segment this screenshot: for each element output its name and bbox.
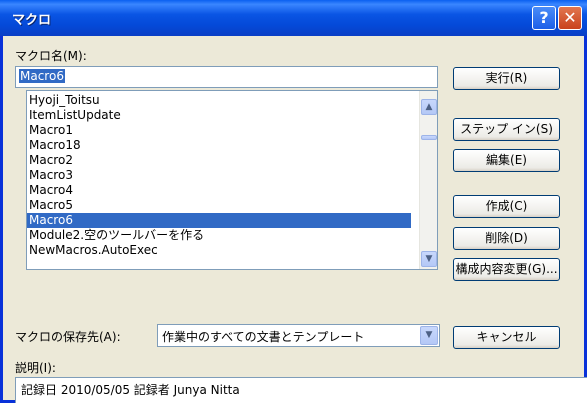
- organizer-button[interactable]: 構成内容変更(G)...: [453, 258, 560, 281]
- edit-button[interactable]: 編集(E): [453, 149, 560, 172]
- macro-name-input[interactable]: Macro6: [15, 66, 438, 88]
- chevron-up-icon[interactable]: ▲: [421, 99, 437, 115]
- storage-value: 作業中のすべての文書とテンプレート: [162, 330, 365, 344]
- list-item[interactable]: Macro1: [27, 123, 411, 138]
- cancel-button[interactable]: キャンセル: [453, 326, 560, 349]
- title-bar[interactable]: マクロ ? ✕: [0, 0, 587, 36]
- window-title: マクロ: [12, 13, 52, 28]
- list-item[interactable]: Hyoji_Toitsu: [27, 93, 411, 108]
- description-value: 記録日 2010/05/05 記録者 Junya Nitta: [21, 383, 240, 397]
- macro-list-items: Hyoji_Toitsu ItemListUpdate Macro1 Macro18 M…: [27, 93, 411, 258]
- chevron-down-icon[interactable]: ▼: [420, 326, 438, 345]
- macro-list-scrollbar[interactable]: ▲ ▼: [419, 91, 437, 269]
- create-button[interactable]: 作成(C): [453, 195, 560, 218]
- description-field: 記録日 2010/05/05 記録者 Junya Nitta: [15, 377, 587, 403]
- list-item[interactable]: Macro4: [27, 183, 411, 198]
- list-item[interactable]: Macro2: [27, 153, 411, 168]
- description-label: 説明(I):: [15, 361, 56, 375]
- macro-list[interactable]: Hyoji_Toitsu ItemListUpdate Macro1 Macro18 M…: [26, 90, 438, 270]
- storage-select[interactable]: 作業中のすべての文書とテンプレート ▼: [157, 324, 440, 347]
- run-button[interactable]: 実行(R): [453, 67, 560, 90]
- close-icon[interactable]: ✕: [558, 6, 582, 30]
- macro-name-label: マクロ名(M):: [15, 49, 87, 63]
- delete-button[interactable]: 削除(D): [453, 227, 560, 250]
- list-item[interactable]: NewMacros.AutoExec: [27, 243, 411, 258]
- list-item[interactable]: Macro5: [27, 198, 411, 213]
- macro-name-value: Macro6: [19, 69, 65, 83]
- scrollbar-thumb[interactable]: [421, 135, 437, 140]
- list-item[interactable]: Macro18: [27, 138, 411, 153]
- list-item[interactable]: ItemListUpdate: [27, 108, 411, 123]
- chevron-down-icon[interactable]: ▼: [421, 251, 437, 267]
- help-icon[interactable]: ?: [532, 6, 556, 30]
- list-item[interactable]: Macro6: [27, 213, 411, 228]
- storage-label: マクロの保存先(A):: [15, 330, 121, 344]
- step-in-button[interactable]: ステップ イン(S): [453, 118, 560, 141]
- list-item[interactable]: Module2.空のツールバーを作る: [27, 228, 411, 243]
- list-item[interactable]: Macro3: [27, 168, 411, 183]
